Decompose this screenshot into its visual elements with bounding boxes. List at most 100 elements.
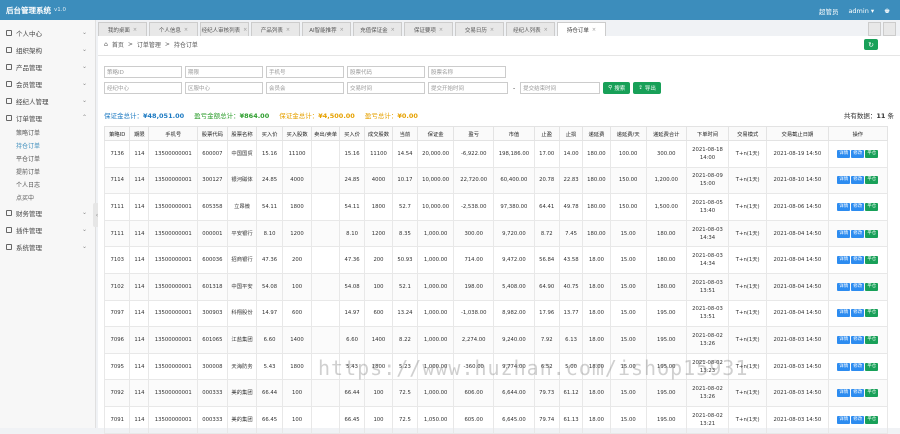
- sidebar-item[interactable]: 会员管理 ⌄: [0, 75, 95, 92]
- filter-input[interactable]: 股票代码: [347, 66, 425, 78]
- tab[interactable]: 我的桌面 ×: [98, 22, 147, 36]
- close-icon[interactable]: ×: [544, 27, 548, 33]
- sidebar-item[interactable]: 插件管理 ⌄: [0, 221, 95, 238]
- tab[interactable]: 个人信息 ×: [149, 22, 198, 36]
- breadcrumb-home[interactable]: 首页: [112, 40, 124, 49]
- table-cell: 1,500.00: [645, 193, 687, 221]
- close-icon[interactable]: ×: [133, 27, 137, 33]
- close-icon[interactable]: ×: [243, 27, 247, 33]
- finance-icon: [6, 209, 12, 216]
- filter-input[interactable]: 提交开始时间: [428, 82, 508, 94]
- close-position-button[interactable]: 平仓: [865, 362, 879, 371]
- sidebar-item[interactable]: 经纪人管理 ⌄: [0, 92, 95, 109]
- close-position-button[interactable]: 平仓: [865, 415, 879, 424]
- shirt-icon[interactable]: ♚: [884, 7, 890, 15]
- edit-button[interactable]: 修改: [851, 256, 865, 265]
- table-cell: [311, 299, 340, 328]
- tab[interactable]: 交易日历 ×: [455, 22, 504, 36]
- close-icon[interactable]: ×: [592, 27, 596, 33]
- search-button[interactable]: ⚲ 搜索: [603, 82, 631, 94]
- tab-active[interactable]: 持仓订单 ×: [557, 22, 606, 36]
- close-position-button[interactable]: 平仓: [865, 202, 879, 211]
- edit-button[interactable]: 修改: [851, 229, 865, 238]
- table-cell: 2021-08-03 14:50: [766, 379, 829, 407]
- close-position-button[interactable]: 平仓: [865, 229, 879, 238]
- edit-button[interactable]: 修改: [851, 335, 865, 344]
- sidebar-item[interactable]: 个人中心 ⌄: [0, 24, 95, 41]
- close-icon[interactable]: ×: [340, 27, 344, 33]
- detail-button[interactable]: 详情: [837, 282, 851, 291]
- close-position-button[interactable]: 平仓: [865, 309, 879, 318]
- user-name[interactable]: admin ▾: [848, 7, 874, 15]
- filter-input[interactable]: 区服中心: [185, 82, 263, 94]
- sidebar-subitem[interactable]: 平仓订单: [0, 152, 95, 165]
- breadcrumb-level1[interactable]: 订单管理: [137, 40, 161, 49]
- edit-button[interactable]: 修改: [851, 176, 865, 185]
- close-position-button[interactable]: 平仓: [865, 149, 879, 158]
- sidebar-subitem[interactable]: 提前订单: [0, 165, 95, 178]
- detail-button[interactable]: 详情: [837, 335, 851, 344]
- tab[interactable]: 产品列表 ×: [251, 22, 300, 36]
- table-cell: 7111: [103, 193, 131, 221]
- tab-menu-button[interactable]: [883, 22, 896, 36]
- edit-button[interactable]: 修改: [851, 362, 865, 371]
- tab[interactable]: 经纪人审核列表 ×: [200, 22, 249, 36]
- sidebar-item[interactable]: 系统管理 ⌄: [0, 238, 95, 255]
- edit-button[interactable]: 修改: [851, 389, 865, 398]
- edit-button[interactable]: 修改: [851, 415, 865, 424]
- actions-cell: 详情 修改 平仓: [827, 166, 889, 195]
- close-icon[interactable]: ×: [439, 27, 443, 33]
- detail-button[interactable]: 详情: [837, 256, 851, 265]
- edit-button[interactable]: 修改: [851, 309, 865, 318]
- close-position-button[interactable]: 平仓: [865, 389, 879, 398]
- detail-button[interactable]: 详情: [837, 176, 851, 185]
- sidebar-item[interactable]: 产品管理 ⌄: [0, 58, 95, 75]
- close-icon[interactable]: ×: [391, 27, 395, 33]
- tab[interactable]: 经纪人列表 ×: [506, 22, 555, 36]
- detail-button[interactable]: 详情: [837, 309, 851, 318]
- tab[interactable]: 充值保证金 ×: [353, 22, 402, 36]
- close-icon[interactable]: ×: [286, 27, 290, 33]
- filter-input[interactable]: 会员会: [266, 82, 344, 94]
- detail-button[interactable]: 详情: [837, 362, 851, 371]
- sidebar-subitem[interactable]: 个人日志: [0, 178, 95, 191]
- filter-input[interactable]: 策略ID: [104, 66, 182, 78]
- sidebar-subitem[interactable]: 点买中: [0, 191, 95, 204]
- column-header: 止损: [558, 126, 584, 141]
- filter-input[interactable]: 交易时间: [347, 82, 425, 94]
- detail-button[interactable]: 详情: [837, 389, 851, 398]
- sidebar-subitem[interactable]: 持仓订单: [0, 139, 95, 152]
- user-icon: [6, 29, 12, 36]
- close-position-button[interactable]: 平仓: [865, 176, 879, 185]
- filter-input[interactable]: 股票名称: [428, 66, 506, 78]
- user-role[interactable]: 超管员: [819, 6, 839, 16]
- sidebar-item[interactable]: 财务管理 ⌄: [0, 204, 95, 221]
- detail-button[interactable]: 详情: [837, 229, 851, 238]
- edit-button[interactable]: 修改: [851, 282, 865, 291]
- sidebar-item[interactable]: 订单管理 ⌃: [0, 109, 95, 126]
- detail-button[interactable]: 详情: [837, 202, 851, 211]
- tab-scroll-button[interactable]: [868, 22, 881, 36]
- tab[interactable]: AI智能推荐 ×: [302, 22, 351, 36]
- detail-button[interactable]: 详情: [837, 415, 851, 424]
- close-icon[interactable]: ×: [490, 27, 494, 33]
- close-icon[interactable]: ×: [184, 27, 188, 33]
- export-button[interactable]: ⇪ 导出: [633, 82, 661, 94]
- filter-input[interactable]: 手机号: [266, 66, 344, 78]
- detail-button[interactable]: 详情: [837, 149, 851, 158]
- refresh-button[interactable]: ↻: [864, 39, 878, 50]
- close-position-button[interactable]: 平仓: [865, 282, 879, 291]
- table-cell: 18.00: [582, 405, 611, 434]
- filter-input[interactable]: 期限: [185, 66, 263, 78]
- sidebar-item[interactable]: 组织架构 ⌄: [0, 41, 95, 58]
- close-position-button[interactable]: 平仓: [865, 256, 879, 265]
- edit-button[interactable]: 修改: [851, 202, 865, 211]
- close-position-button[interactable]: 平仓: [865, 335, 879, 344]
- filter-input[interactable]: 提交结束时间: [520, 82, 601, 94]
- table-cell: 6,645.00: [493, 405, 535, 434]
- filter-input[interactable]: 经纪中心: [104, 82, 182, 94]
- edit-button[interactable]: 修改: [851, 149, 865, 158]
- tab[interactable]: 保证要项 ×: [404, 22, 453, 36]
- table-cell: 科翔股份: [226, 299, 258, 328]
- sidebar-subitem[interactable]: 策略订单: [0, 126, 95, 139]
